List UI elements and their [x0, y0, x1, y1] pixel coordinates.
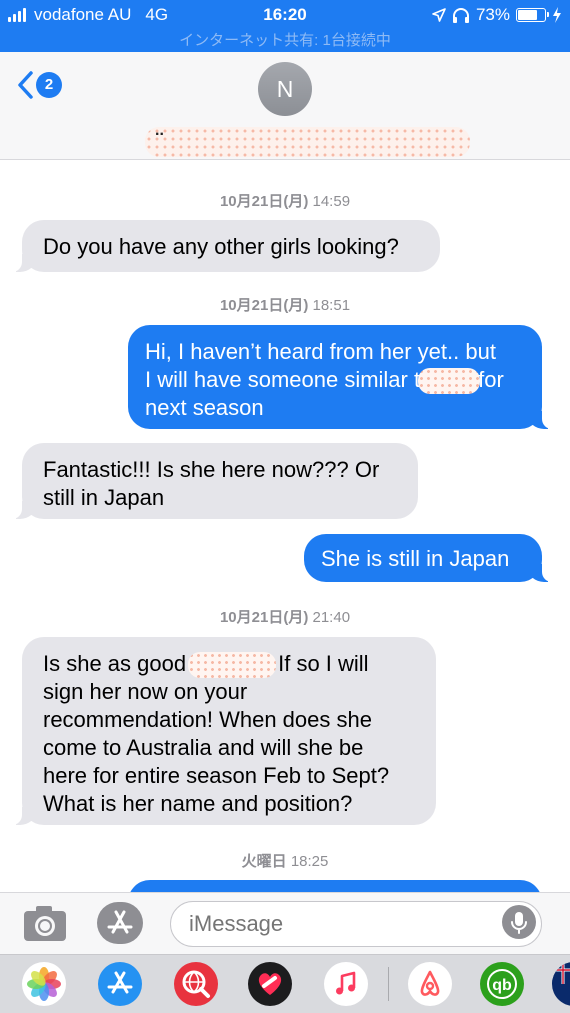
message-text-part: If so I will: [278, 651, 369, 676]
microphone-icon: [511, 912, 527, 934]
timestamp-time: 21:40: [312, 609, 351, 626]
digital-touch-icon[interactable]: [248, 962, 292, 1006]
timestamp-time: 18:25: [290, 853, 329, 870]
timestamp-time: 18:51: [312, 297, 351, 314]
message-text: next season: [145, 395, 264, 421]
message-text-part: Is she as good: [43, 651, 187, 676]
web-search-icon[interactable]: [174, 962, 218, 1006]
timestamp: 10月21日(月) 21:40: [0, 606, 570, 627]
quickbooks-icon[interactable]: qb: [480, 962, 524, 1006]
contact-name-redaction[interactable]: [145, 127, 470, 157]
battery-fill: [518, 10, 537, 20]
message-text: Fantastic!!! Is she here now??? Or: [43, 457, 380, 482]
message-text: She is still in Japan: [321, 546, 510, 571]
microphone-button[interactable]: [502, 905, 536, 939]
message-text: What is her name and position?: [43, 791, 353, 817]
location-arrow-icon: [432, 8, 446, 22]
timestamp-date: 10月21日(月): [219, 609, 309, 626]
outgoing-message-partial[interactable]: [128, 880, 542, 892]
redacted-text: [188, 652, 277, 679]
headphones-icon: [452, 8, 469, 23]
status-right: 73%: [432, 5, 562, 25]
message-text: here for entire season Feb to Sept?: [43, 763, 390, 789]
incoming-message[interactable]: Is she as good If so I will sign her now …: [12, 637, 436, 825]
conversation-header: 2 N ..: [0, 52, 570, 160]
timestamp: 火曜日 18:25: [0, 850, 570, 871]
music-icon[interactable]: [324, 962, 368, 1006]
app-drawer: qb: [0, 954, 570, 1013]
message-text: still in Japan: [43, 485, 165, 510]
hotspot-banner[interactable]: インターネット共有: 1台接続中: [0, 30, 570, 52]
incoming-message[interactable]: Do you have any other girls looking?: [12, 220, 440, 272]
incoming-message[interactable]: Fantastic!!! Is she here now??? Or still…: [12, 443, 418, 519]
app-store-icon: [107, 910, 133, 934]
message-thread[interactable]: 10月21日(月) 14:59 Do you have any other gi…: [0, 160, 570, 892]
message-text: I will have someone similar t for: [145, 366, 530, 395]
photos-icon[interactable]: [22, 962, 66, 1006]
input-bar: [0, 892, 570, 954]
timestamp-date: 10月21日(月): [219, 297, 309, 314]
back-button[interactable]: 2: [16, 70, 62, 100]
app-store-button[interactable]: [97, 902, 143, 944]
status-bar: vodafone AU 4G 16:20 73%: [0, 0, 570, 30]
charging-bolt-icon: [553, 7, 561, 23]
contact-avatar[interactable]: N: [258, 62, 312, 116]
svg-text:qb: qb: [492, 977, 512, 994]
flag-icon[interactable]: [552, 962, 570, 1006]
timestamp: 10月21日(月) 18:51: [0, 294, 570, 315]
battery-percent: 73%: [475, 5, 510, 24]
message-text: sign her now on your: [43, 679, 248, 705]
timestamp-date: 火曜日: [241, 853, 287, 870]
outgoing-message[interactable]: Hi, I haven’t heard from her yet.. but I…: [128, 325, 552, 429]
airbnb-icon[interactable]: [408, 962, 452, 1006]
battery-icon: [516, 8, 549, 22]
timestamp: 10月21日(月) 14:59: [0, 190, 570, 211]
message-text: Is she as good If so I will: [43, 650, 416, 679]
outgoing-message[interactable]: She is still in Japan: [304, 534, 552, 582]
timestamp-date: 10月21日(月): [219, 193, 309, 210]
message-text: Hi, I haven’t heard from her yet.. but: [145, 339, 496, 364]
message-text-part: for: [478, 367, 504, 392]
unread-badge: 2: [36, 72, 62, 98]
chevron-left-icon: [18, 71, 33, 99]
app-store-icon[interactable]: [98, 962, 142, 1006]
imessage-input[interactable]: [170, 901, 542, 947]
drawer-divider: [388, 967, 389, 1001]
redacted-text: [418, 368, 481, 395]
message-text-part: I will have someone similar t: [145, 367, 421, 392]
timestamp-time: 14:59: [312, 193, 351, 210]
message-text: come to Australia and will she be: [43, 735, 364, 761]
camera-icon[interactable]: [22, 903, 68, 943]
message-text: Do you have any other girls looking?: [43, 234, 399, 259]
contact-name: ..: [155, 122, 164, 139]
message-text: recommendation! When does she: [43, 707, 372, 733]
